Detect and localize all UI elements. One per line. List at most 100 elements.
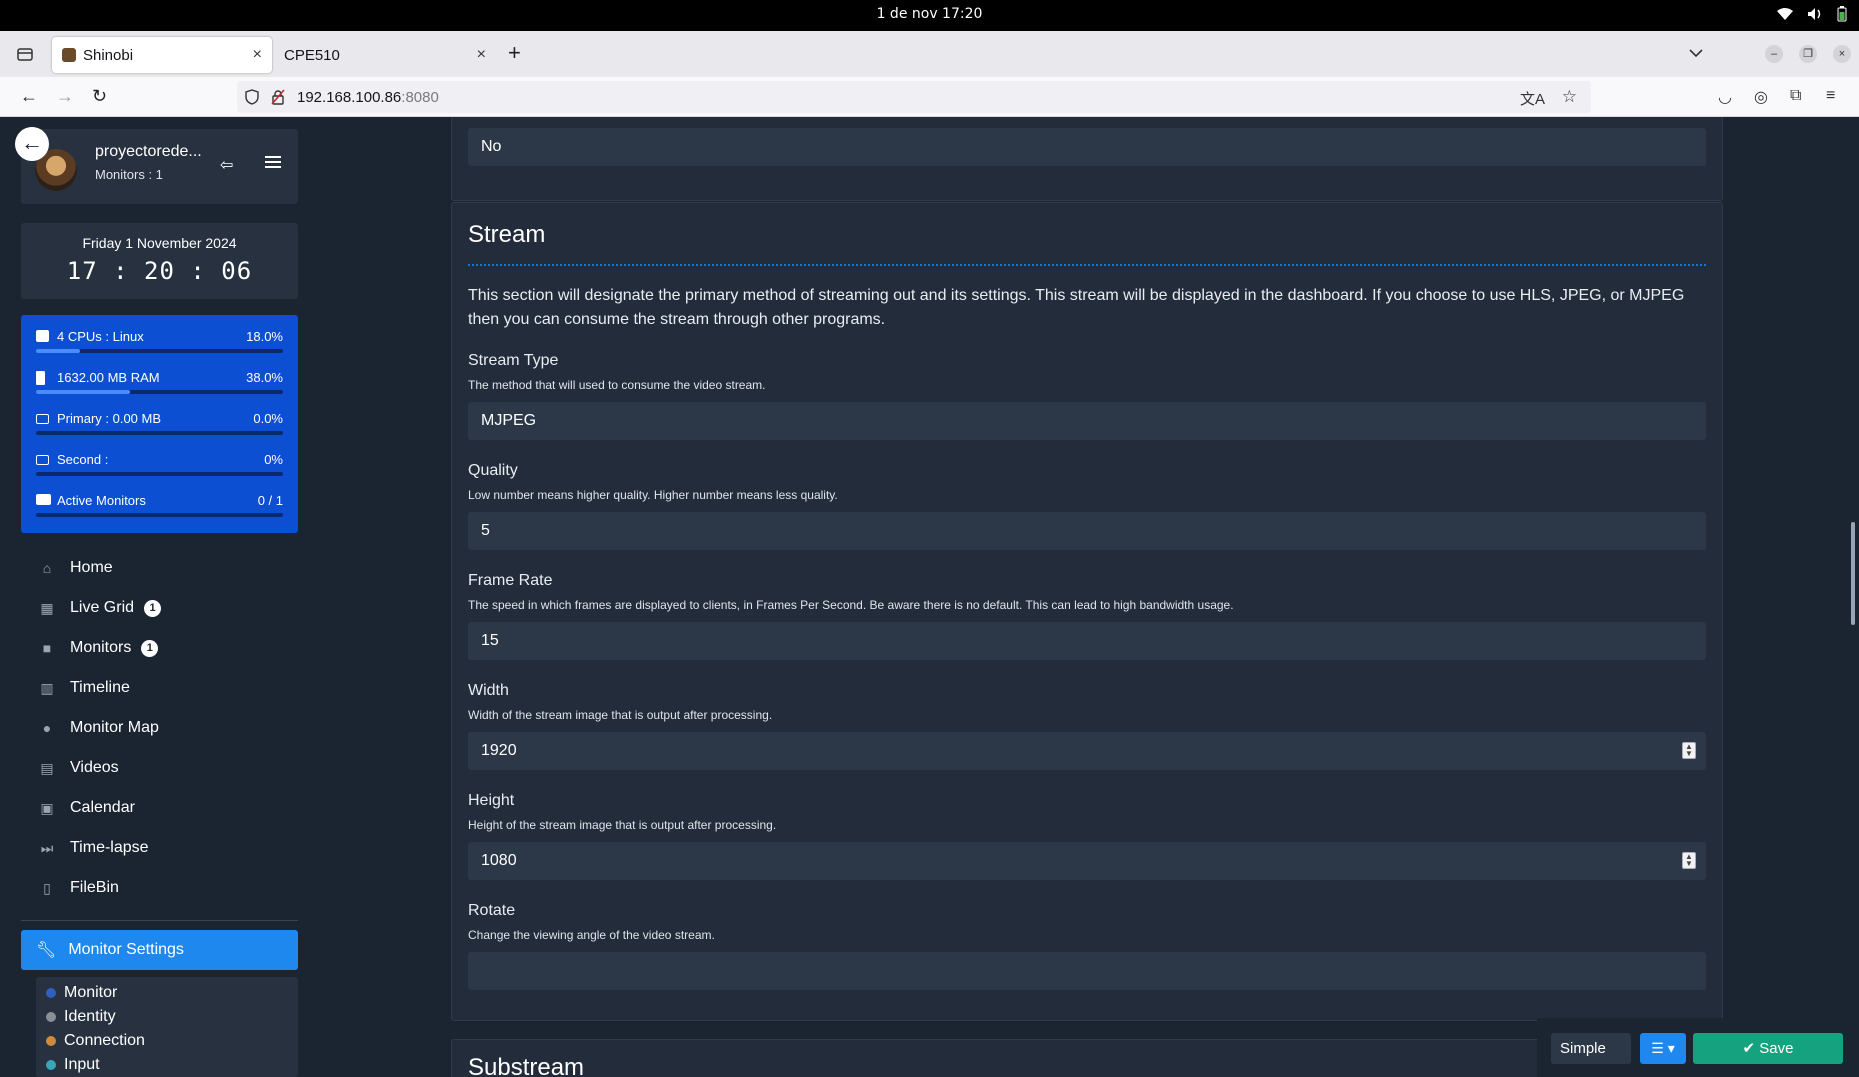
translate-icon[interactable]: 文A — [1520, 88, 1545, 109]
new-tab-icon[interactable]: + — [508, 42, 521, 64]
reload-icon[interactable]: ↻ — [92, 87, 107, 105]
bookmark-star-icon[interactable]: ☆ — [1562, 87, 1577, 107]
monitor-settings-button[interactable]: 🔧︎ Monitor Settings — [21, 930, 298, 970]
sidebar-item-calendar[interactable]: ▣ Calendar — [21, 788, 298, 828]
tab-shinobi[interactable]: Shinobi × — [52, 37, 272, 73]
stat-label: Primary : 0.00 MB — [57, 411, 162, 426]
rotate-select[interactable] — [468, 952, 1706, 990]
home-icon: ⌂ — [42, 560, 52, 576]
url-text: 192.168.100.86:8080 — [297, 89, 439, 106]
sidebar-item-label: Monitor Map — [70, 719, 159, 736]
stat-cpu: 4 CPUs : Linux 18.0% — [36, 329, 283, 359]
insecure-lock-icon[interactable] — [271, 89, 285, 105]
width-label: Width — [468, 682, 509, 699]
account-icon[interactable]: ◎ — [1754, 87, 1768, 107]
grid-icon: ▦ — [40, 599, 54, 616]
sidebar-item-label: Home — [70, 559, 113, 576]
stream-section: Stream This section will designate the p… — [451, 202, 1723, 1021]
battery-icon[interactable] — [1837, 6, 1847, 22]
height-input[interactable]: 1080 ▲ ▼ — [468, 842, 1706, 880]
map-marker-icon: ● — [42, 720, 52, 736]
extensions-icon[interactable]: ⧉ — [1790, 87, 1801, 105]
sidebar-item-monitors[interactable]: ■ Monitors 1 — [21, 628, 298, 668]
minimize-icon[interactable]: – — [1765, 45, 1783, 63]
tab-cpe510[interactable]: CPE510 × — [274, 37, 496, 73]
save-button[interactable]: ✔ Save — [1693, 1033, 1843, 1064]
quality-input[interactable]: 5 — [468, 512, 1706, 550]
simple-mode-button[interactable]: Simple — [1551, 1033, 1631, 1064]
height-label: Height — [468, 792, 515, 809]
app-menu-icon[interactable]: ≡ — [1826, 87, 1835, 105]
substream-section: Substream — [451, 1039, 1723, 1077]
check-icon: ✔ — [1742, 1040, 1760, 1057]
sidebar-item-filebin[interactable]: ▯ FileBin — [21, 868, 298, 908]
os-clock[interactable]: 1 de nov 17:20 — [0, 6, 1859, 22]
status-dot — [46, 1012, 56, 1022]
restore-icon[interactable]: ❐ — [1799, 45, 1817, 63]
sidebar-item-label: Videos — [70, 759, 119, 776]
section-link-identity[interactable]: Identity — [36, 1005, 298, 1029]
clock-date: Friday 1 November 2024 — [82, 235, 237, 251]
quality-label: Quality — [468, 462, 518, 479]
close-window-icon[interactable]: × — [1833, 45, 1851, 63]
page-scrollbar[interactable] — [1851, 522, 1855, 625]
forward-arrow-icon[interactable]: → — [56, 87, 74, 105]
section-title: Stream — [468, 221, 546, 248]
file-icon: ▯ — [43, 879, 51, 896]
sidebar-item-videos[interactable]: ▤ Videos — [21, 748, 298, 788]
section-link-label: Input — [64, 1056, 100, 1073]
wifi-icon[interactable] — [1777, 7, 1793, 21]
rotate-help: Change the viewing angle of the video st… — [468, 928, 715, 942]
sidebar-item-home[interactable]: ⌂ Home — [21, 548, 298, 588]
hard-drive-icon — [36, 455, 49, 465]
clock-time: 17 : 20 : 06 — [66, 257, 253, 285]
width-input[interactable]: 1920 ▲ ▼ — [468, 732, 1706, 770]
logout-icon[interactable]: ⇦ — [220, 155, 233, 175]
sidebar-back-button[interactable]: ← — [15, 127, 49, 161]
hard-drive-icon — [36, 414, 49, 424]
chevron-down-icon[interactable] — [1688, 45, 1704, 61]
sidebar-item-time-lapse[interactable]: ⏭ Time-lapse — [21, 828, 298, 868]
url-bar[interactable]: 192.168.100.86:8080 文A ☆ — [237, 81, 1591, 113]
section-link-input[interactable]: Input — [36, 1053, 298, 1077]
frame-rate-input[interactable]: 15 — [468, 622, 1706, 660]
list-icon: ☰ ▾ — [1651, 1040, 1675, 1056]
section-link-connection[interactable]: Connection — [36, 1029, 298, 1053]
section-link-monitor[interactable]: Monitor — [36, 981, 298, 1005]
stat-label: Active Monitors — [57, 493, 146, 508]
cpu-icon — [36, 330, 49, 342]
browser-tab-strip: Shinobi × CPE510 × + – ❐ × — [0, 31, 1859, 77]
os-top-bar: 1 de nov 17:20 — [0, 0, 1859, 31]
user-name[interactable]: proyectorede... — [95, 143, 202, 161]
previous-select[interactable]: No — [468, 128, 1706, 166]
count-badge: 1 — [141, 639, 159, 657]
stream-type-select[interactable]: MJPEG — [468, 402, 1706, 440]
section-divider — [468, 264, 1706, 266]
system-tray[interactable] — [1777, 6, 1847, 22]
pocket-icon[interactable]: ◡ — [1718, 87, 1732, 107]
settings-section-list: Monitor Identity Connection Input — [36, 977, 298, 1077]
sidebar-item-timeline[interactable]: ▥ Timeline — [21, 668, 298, 708]
stat-label: 4 CPUs : Linux — [57, 329, 144, 344]
back-arrow-icon[interactable]: ← — [20, 87, 38, 105]
stat-bar — [36, 349, 283, 353]
form-action-bar: Simple ☰ ▾ ✔ Save — [1537, 1018, 1859, 1077]
frame-rate-help: The speed in which frames are displayed … — [468, 598, 1234, 612]
volume-icon[interactable] — [1807, 7, 1823, 21]
number-spinner-icon[interactable]: ▲ ▼ — [1682, 742, 1696, 759]
video-camera-icon: ■ — [42, 640, 52, 656]
browser-nav-bar: ← → ↻ 192.168.100.86:8080 文A ☆ ◡ ◎ ⧉ ≡ — [0, 77, 1859, 117]
tab-list-icon[interactable] — [16, 45, 34, 63]
close-tab-icon[interactable]: × — [253, 46, 262, 64]
video-camera-icon — [36, 494, 51, 505]
shield-icon[interactable] — [245, 89, 259, 105]
close-tab-icon[interactable]: × — [477, 46, 486, 64]
hamburger-menu-icon[interactable] — [265, 155, 281, 169]
user-card: proyectorede... Monitors : 1 ⇦ — [21, 129, 298, 204]
sidebar-item-label: Live Grid — [70, 599, 135, 616]
number-spinner-icon[interactable]: ▲ ▼ — [1682, 852, 1696, 869]
section-title: Substream — [468, 1054, 585, 1077]
sidebar-item-live-grid[interactable]: ▦ Live Grid 1 — [21, 588, 298, 628]
sidebar-item-monitor-map[interactable]: ● Monitor Map — [21, 708, 298, 748]
section-menu-button[interactable]: ☰ ▾ — [1640, 1033, 1686, 1064]
